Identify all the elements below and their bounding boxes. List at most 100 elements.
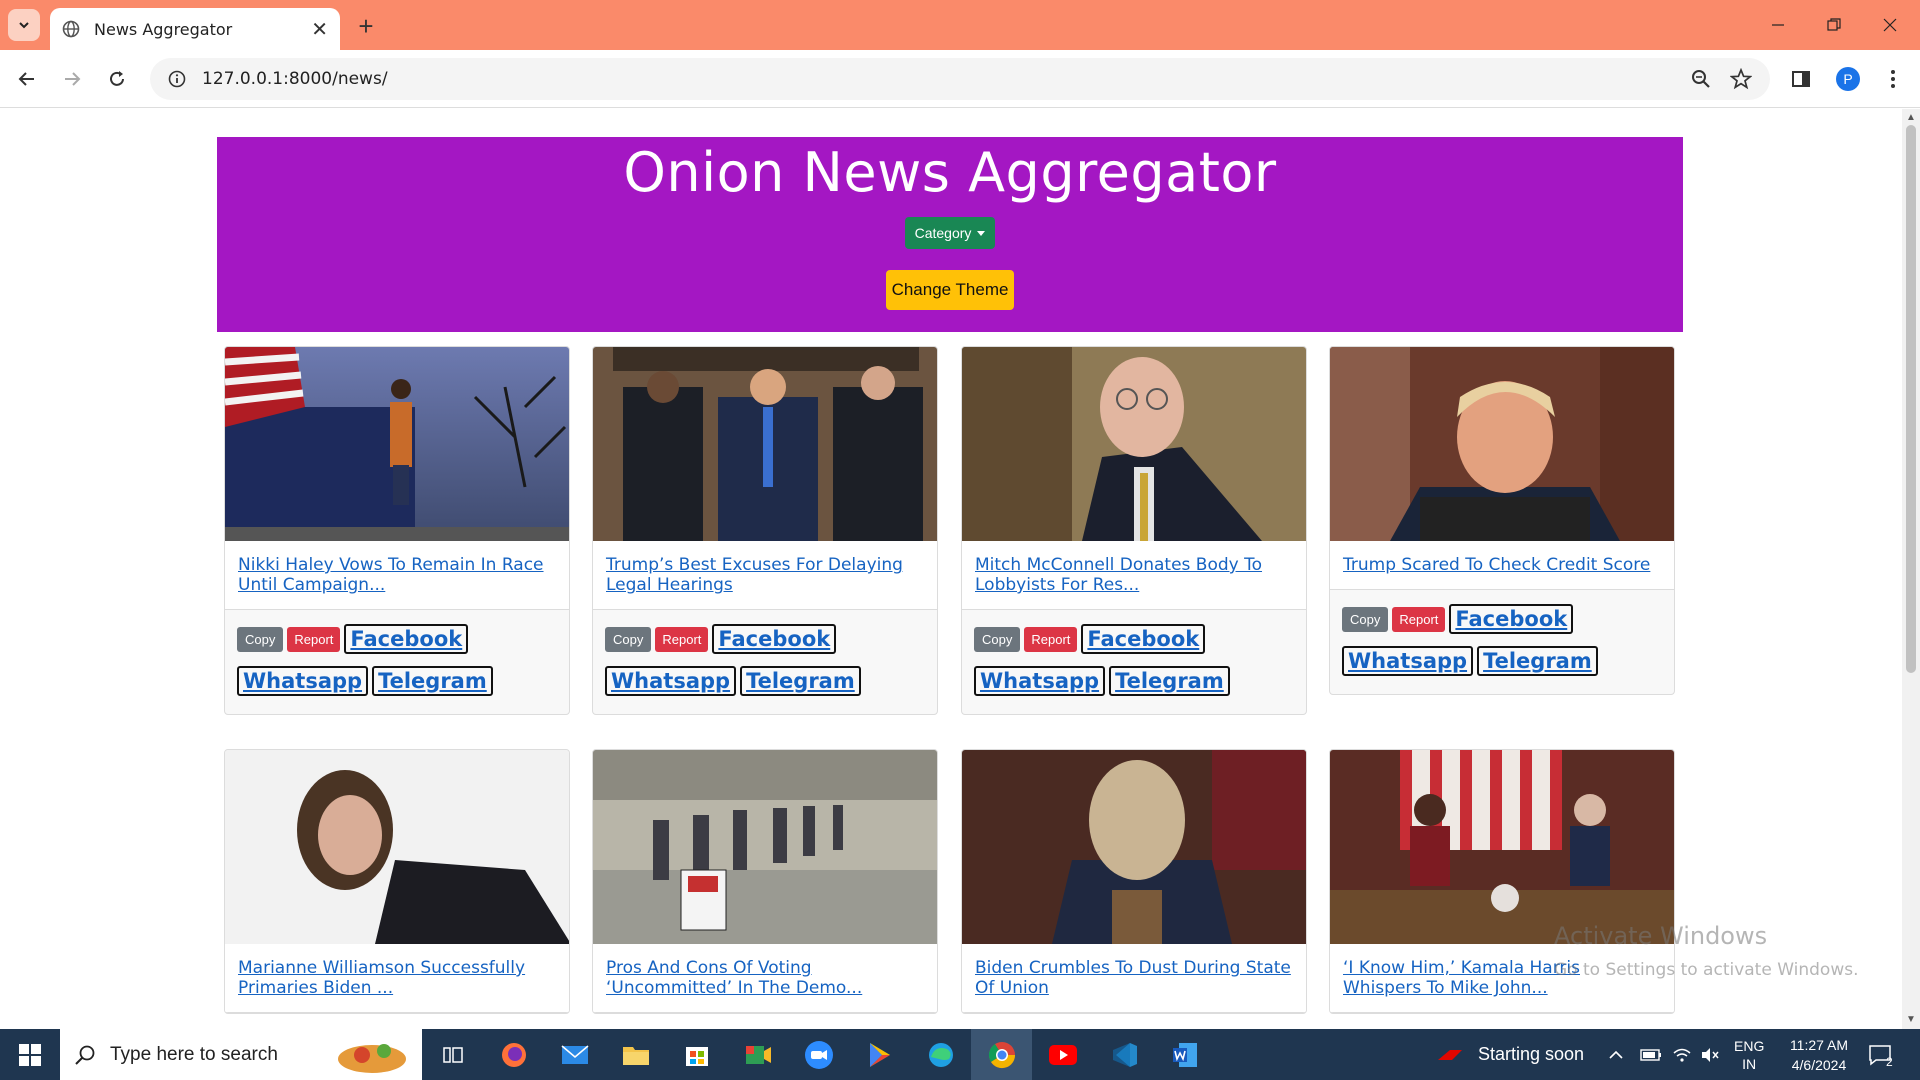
clock[interactable]: 11:27 AM 4/6/2024 [1774,1029,1864,1080]
microsoft-store-icon[interactable] [666,1029,727,1080]
back-button[interactable] [10,62,44,96]
show-hidden-icons[interactable] [1608,1029,1624,1080]
clock-date: 4/6/2024 [1791,1056,1847,1073]
facebook-share-button[interactable]: Facebook [344,624,469,654]
whatsapp-share-button[interactable]: Whatsapp [237,666,369,696]
task-view-icon[interactable] [422,1029,483,1080]
youtube-icon[interactable] [1032,1029,1093,1080]
url-text[interactable]: 127.0.0.1:8000/news/ [202,69,388,89]
windows-taskbar: Type here to search [0,1029,1920,1080]
language-indicator[interactable]: ENG IN [1734,1029,1764,1080]
meet-icon[interactable] [727,1029,788,1080]
scroll-down-icon[interactable]: ▼ [1906,1015,1916,1025]
battery-icon[interactable] [1640,1029,1662,1080]
search-icon [75,1045,95,1065]
restore-icon[interactable] [1806,0,1862,50]
clock-time: 11:27 AM [1789,1036,1849,1053]
mail-icon[interactable] [544,1029,605,1080]
article-title-link[interactable]: Nikki Haley Vows To Remain In Race Until… [238,555,556,595]
vscode-icon[interactable] [1093,1029,1154,1080]
menu-dots-icon[interactable] [1880,66,1906,92]
card-body: Mitch McConnell Donates Body To Lobbyist… [962,541,1306,610]
copy-button[interactable]: Copy [237,626,284,652]
whatsapp-share-button[interactable]: Whatsapp [974,666,1106,696]
profile-avatar[interactable]: P [1836,67,1860,91]
firefox-icon[interactable] [483,1029,544,1080]
card-footer: Copy Report Facebook Whatsapp Telegram [593,610,937,714]
info-icon[interactable] [168,70,186,88]
close-window-icon[interactable] [1862,0,1918,50]
article-title-link[interactable]: Pros And Cons Of Voting ‘Uncommitted’ In… [606,958,924,998]
article-title-link[interactable]: Biden Crumbles To Dust During State Of U… [975,958,1293,998]
facebook-share-button[interactable]: Facebook [1081,624,1206,654]
new-tab-button[interactable]: + [352,11,380,41]
taskbar-search-box[interactable]: Type here to search [60,1029,422,1080]
minimize-icon[interactable] [1750,0,1806,50]
star-icon[interactable] [1730,68,1752,90]
f1-notification[interactable]: Starting soon [1436,1029,1584,1080]
telegram-share-button[interactable]: Telegram [372,666,493,696]
article-title-link[interactable]: Marianne Williamson Successfully Primari… [238,958,556,998]
zoom-icon[interactable] [788,1029,849,1080]
page-scrollbar[interactable]: ▲ ▼ [1902,109,1920,1029]
article-title-link[interactable]: Mitch McConnell Donates Body To Lobbyist… [975,555,1293,595]
article-image[interactable] [593,750,937,944]
caret-down-icon [977,230,986,236]
play-store-icon[interactable] [849,1029,910,1080]
telegram-share-button[interactable]: Telegram [1477,646,1598,676]
card-footer: Copy Report Facebook Whatsapp Telegram [962,610,1306,714]
chrome-icon[interactable] [971,1029,1032,1080]
report-button[interactable]: Report [1392,606,1446,632]
edge-icon[interactable] [910,1029,971,1080]
copy-button[interactable]: Copy [974,626,1021,652]
article-image[interactable] [1330,750,1674,944]
reload-button[interactable] [100,62,134,96]
copy-button[interactable]: Copy [605,626,652,652]
wifi-icon[interactable] [1672,1029,1692,1080]
card-body: Nikki Haley Vows To Remain In Race Until… [225,541,569,610]
facebook-share-button[interactable]: Facebook [1449,604,1574,634]
category-dropdown-button[interactable]: Category [905,217,995,249]
article-image[interactable] [1330,347,1674,541]
search-highlight-icon [338,1044,406,1073]
chevron-down-icon [19,22,29,29]
facebook-share-button[interactable]: Facebook [712,624,837,654]
report-button[interactable]: Report [287,626,341,652]
change-theme-button[interactable]: Change Theme [886,270,1014,310]
forward-button[interactable] [55,62,89,96]
notification-center[interactable]: 2 [1868,1029,1893,1080]
close-icon[interactable]: ✕ [311,17,328,42]
whatsapp-share-button[interactable]: Whatsapp [1342,646,1474,676]
copy-button[interactable]: Copy [1342,606,1389,632]
news-card: Biden Crumbles To Dust During State Of U… [961,749,1307,1014]
globe-icon [62,20,80,38]
word-icon[interactable] [1154,1029,1215,1080]
page-viewport: Onion News Aggregator Category Change Th… [0,109,1902,1029]
tab-search-button[interactable] [8,9,40,41]
article-image[interactable] [593,347,937,541]
card-body: Marianne Williamson Successfully Primari… [225,944,569,1013]
article-image[interactable] [962,750,1306,944]
whatsapp-share-button[interactable]: Whatsapp [605,666,737,696]
address-bar[interactable]: 127.0.0.1:8000/news/ [150,58,1770,100]
report-button[interactable]: Report [655,626,709,652]
card-body: Pros And Cons Of Voting ‘Uncommitted’ In… [593,944,937,1013]
windows-logo-icon [19,1043,41,1066]
side-panel-icon[interactable] [1788,66,1814,92]
article-title-link[interactable]: Trump Scared To Check Credit Score [1343,555,1661,575]
zoom-icon[interactable] [1690,68,1712,90]
article-image[interactable] [225,347,569,541]
file-explorer-icon[interactable] [605,1029,666,1080]
browser-tab[interactable]: News Aggregator ✕ [50,8,340,50]
telegram-share-button[interactable]: Telegram [740,666,861,696]
start-button[interactable] [0,1029,60,1080]
volume-muted-icon[interactable] [1700,1029,1720,1080]
telegram-share-button[interactable]: Telegram [1109,666,1230,696]
article-title-link[interactable]: Trump’s Best Excuses For Delaying Legal … [606,555,924,595]
scrollbar-thumb[interactable] [1906,125,1916,673]
article-image[interactable] [962,347,1306,541]
card-footer: Copy Report Facebook Whatsapp Telegram [225,610,569,714]
article-image[interactable] [225,750,569,944]
scroll-up-icon[interactable]: ▲ [1906,113,1916,123]
report-button[interactable]: Report [1024,626,1078,652]
